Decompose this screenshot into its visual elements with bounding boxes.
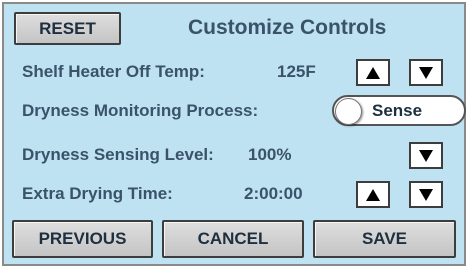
previous-button[interactable]: PREVIOUS bbox=[12, 220, 153, 258]
cancel-button-label: CANCEL bbox=[197, 229, 269, 248]
triangle-up-icon bbox=[366, 66, 380, 79]
shelf-heater-label: Shelf Heater Off Temp: bbox=[22, 62, 205, 81]
sense-toggle[interactable]: Sense bbox=[332, 95, 466, 126]
reset-button-label: RESET bbox=[39, 18, 96, 38]
dryness-sensing-value: 100% bbox=[248, 145, 292, 164]
cancel-button[interactable]: CANCEL bbox=[162, 220, 304, 258]
triangle-down-icon bbox=[419, 66, 433, 79]
shelf-heater-up-button[interactable] bbox=[356, 59, 390, 86]
triangle-down-icon bbox=[419, 149, 433, 162]
triangle-up-icon bbox=[366, 188, 380, 201]
sense-toggle-label: Sense bbox=[372, 101, 423, 120]
extra-drying-value: 2:00:00 bbox=[244, 184, 303, 203]
save-button[interactable]: SAVE bbox=[313, 220, 456, 258]
shelf-heater-down-button[interactable] bbox=[409, 59, 443, 86]
dryness-sensing-label: Dryness Sensing Level: bbox=[22, 145, 214, 164]
previous-button-label: PREVIOUS bbox=[38, 229, 127, 248]
triangle-down-icon bbox=[419, 188, 433, 201]
dryness-monitoring-label: Dryness Monitoring Process: bbox=[22, 101, 259, 120]
dryness-sensing-down-button[interactable] bbox=[409, 142, 443, 169]
toggle-knob bbox=[335, 98, 362, 125]
reset-button[interactable]: RESET bbox=[14, 12, 121, 45]
page-title: Customize Controls bbox=[188, 16, 387, 39]
extra-drying-label: Extra Drying Time: bbox=[22, 184, 173, 203]
extra-drying-up-button[interactable] bbox=[356, 181, 390, 208]
shelf-heater-value: 125F bbox=[277, 62, 316, 81]
extra-drying-down-button[interactable] bbox=[409, 181, 443, 208]
save-button-label: SAVE bbox=[361, 229, 408, 248]
